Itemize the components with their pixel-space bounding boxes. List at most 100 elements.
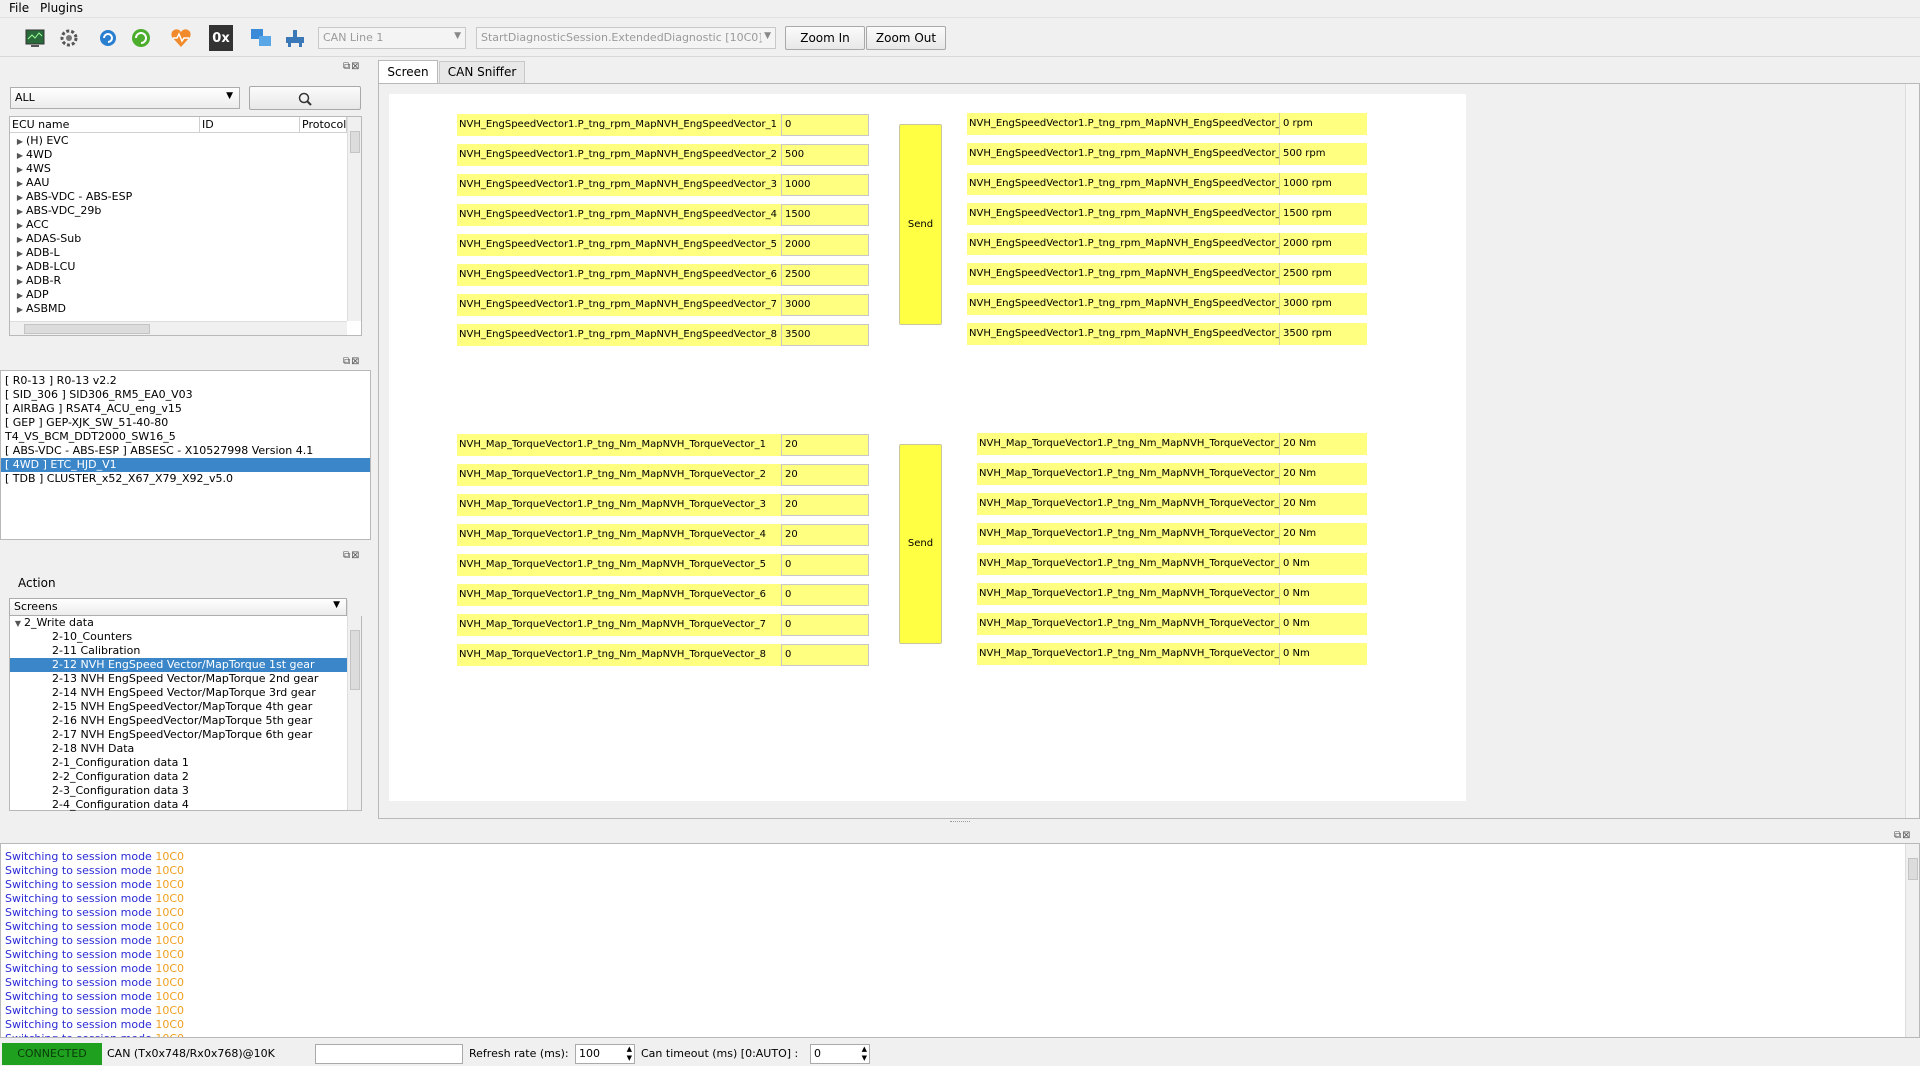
tree-item[interactable]: 2-14 NVH EngSpeed Vector/MapTorque 3rd g… xyxy=(52,686,316,700)
monitor-icon[interactable] xyxy=(22,25,48,51)
tree-group[interactable]: ▼ 2_Write data xyxy=(12,616,94,630)
action-tree-scrollbar[interactable] xyxy=(347,600,361,810)
search-button[interactable] xyxy=(249,86,361,110)
tree-item[interactable]: ▶ AAU xyxy=(14,176,50,191)
value-input[interactable]: 0 xyxy=(781,554,869,576)
list-item[interactable]: [ SID_306 ] SID306_RM5_EA0_V03 xyxy=(5,388,193,402)
tree-item[interactable]: 2-1_Configuration data 1 xyxy=(52,756,189,770)
value-input[interactable]: 20 xyxy=(781,494,869,516)
ecu-filter-select[interactable]: ALL ▼ xyxy=(10,87,240,109)
tree-item[interactable]: ▶ 4WD xyxy=(14,148,52,162)
chevron-right-icon[interactable]: ▶ xyxy=(14,135,26,149)
chevron-right-icon[interactable]: ▶ xyxy=(14,191,26,205)
value-input[interactable]: 1500 xyxy=(781,204,869,226)
value-input[interactable]: 0 xyxy=(781,584,869,606)
list-item[interactable]: [ GEP ] GEP-XJK_SW_51-40-80 xyxy=(5,416,168,430)
tab-screen[interactable]: Screen xyxy=(378,60,438,83)
tab-can-sniffer[interactable]: CAN Sniffer xyxy=(439,61,525,83)
refresh-icon[interactable] xyxy=(95,25,121,51)
ecu-tree-scrollbar[interactable] xyxy=(347,117,361,321)
chevron-right-icon[interactable]: ▶ xyxy=(14,219,26,233)
menu-file[interactable]: File xyxy=(9,1,29,15)
chevron-right-icon[interactable]: ▶ xyxy=(14,247,26,261)
value-input[interactable]: 2000 xyxy=(781,234,869,256)
log-scrollbar[interactable] xyxy=(1905,844,1919,1037)
refresh-rate-spinbox[interactable]: 100 ▲ ▼ xyxy=(575,1044,635,1064)
value-input[interactable]: 0 xyxy=(781,114,869,136)
hex-icon[interactable]: 0x xyxy=(209,25,233,51)
connect-icon[interactable] xyxy=(128,25,154,51)
list-item[interactable]: [ AIRBAG ] RSAT4_ACU_eng_v15 xyxy=(5,402,182,416)
value-input[interactable]: 500 xyxy=(781,144,869,166)
heartbeat-icon[interactable] xyxy=(168,25,194,51)
tree-item[interactable]: ▶ ASBMD xyxy=(14,302,66,316)
chevron-right-icon[interactable]: ▶ xyxy=(14,233,26,247)
value-input[interactable]: 20 xyxy=(781,524,869,546)
tree-item[interactable]: 2-4_Configuration data 4 xyxy=(52,798,189,812)
spin-arrows-icon[interactable]: ▲ ▼ xyxy=(627,1045,632,1063)
value-input[interactable]: 0 xyxy=(781,644,869,666)
value-input[interactable]: 3000 xyxy=(781,294,869,316)
splitter-handle[interactable] xyxy=(950,821,970,823)
send-torque-button[interactable]: Send xyxy=(899,444,942,644)
list-item[interactable]: [ TDB ] CLUSTER_x52_X67_X79_X92_v5.0 xyxy=(5,472,233,486)
chevron-right-icon[interactable]: ▶ xyxy=(14,289,26,303)
col-id[interactable]: ID xyxy=(200,117,300,133)
value-input[interactable]: 2500 xyxy=(781,264,869,286)
tree-item[interactable]: ▶ ABS-VDC - ABS-ESP xyxy=(14,190,132,204)
tree-item[interactable]: 2-12 NVH EngSpeed Vector/MapTorque 1st g… xyxy=(10,658,347,672)
tree-item[interactable]: 2-18 NVH Data xyxy=(52,742,134,756)
col-ecu-name[interactable]: ECU name xyxy=(10,117,200,133)
tree-item[interactable]: ▶ ACC xyxy=(14,218,49,232)
send-speed-button[interactable]: Send xyxy=(899,124,942,325)
tree-item[interactable]: ▶ ADB-LCU xyxy=(14,260,75,274)
list-item[interactable]: [ ABS-VDC - ABS-ESP ] ABSESC - X10527998… xyxy=(5,444,313,458)
spin-arrows-icon[interactable]: ▲ ▼ xyxy=(862,1045,867,1063)
zoom-in-button[interactable]: Zoom In xyxy=(785,26,865,50)
chevron-right-icon[interactable]: ▶ xyxy=(14,205,26,219)
translate-icon[interactable] xyxy=(248,25,274,51)
tree-item[interactable]: 2-15 NVH EngSpeedVector/MapTorque 4th ge… xyxy=(52,700,312,714)
chevron-right-icon[interactable]: ▶ xyxy=(14,177,26,191)
tree-item[interactable]: ▶ ADB-L xyxy=(14,246,60,260)
status-input[interactable] xyxy=(315,1044,463,1064)
list-item[interactable]: [ 4WD ] ETC_HJD_V1 xyxy=(1,458,370,472)
can-line-select[interactable]: CAN Line 1 ▼ xyxy=(318,27,466,49)
tree-item[interactable]: ▶ 4WS xyxy=(14,162,51,176)
dock-float-close-icon[interactable]: ⧉⊠ xyxy=(1894,830,1912,841)
list-item[interactable]: [ R0-13 ] R0-13 v2.2 xyxy=(5,374,117,388)
tree-item[interactable]: 2-17 NVH EngSpeedVector/MapTorque 6th ge… xyxy=(52,728,312,742)
action-combo[interactable]: Screens ▼ xyxy=(9,598,347,616)
tree-item[interactable]: ▶ ABS-VDC_29b xyxy=(14,204,101,218)
col-protocol[interactable]: Protocol xyxy=(300,117,347,133)
value-input[interactable]: 3500 xyxy=(781,324,869,346)
tree-item[interactable]: ▶ (H) EVC xyxy=(14,134,69,148)
tree-item[interactable]: 2-10_Counters xyxy=(52,630,132,644)
value-input[interactable]: 0 xyxy=(781,614,869,636)
list-item[interactable]: T4_VS_BCM_DDT2000_SW16_5 xyxy=(5,430,176,444)
zoom-out-button[interactable]: Zoom Out xyxy=(866,26,946,50)
chevron-right-icon[interactable]: ▶ xyxy=(14,163,26,177)
tree-item[interactable]: ▶ ADAS-Sub xyxy=(14,232,81,246)
tree-item[interactable]: 2-2_Configuration data 2 xyxy=(52,770,189,784)
dock-float-close-icon[interactable]: ⧉⊠ xyxy=(343,550,361,561)
session-select[interactable]: StartDiagnosticSession.ExtendedDiagnosti… xyxy=(476,27,776,49)
value-input[interactable]: 20 xyxy=(781,434,869,456)
value-input[interactable]: 20 xyxy=(781,464,869,486)
tree-item[interactable]: 2-16 NVH EngSpeedVector/MapTorque 5th ge… xyxy=(52,714,312,728)
chevron-right-icon[interactable]: ▶ xyxy=(14,275,26,289)
value-input[interactable]: 1000 xyxy=(781,174,869,196)
tree-item[interactable]: ▶ ADB-R xyxy=(14,274,61,288)
can-timeout-spinbox[interactable]: 0 ▲ ▼ xyxy=(810,1044,870,1064)
tree-item[interactable]: 2-13 NVH EngSpeed Vector/MapTorque 2nd g… xyxy=(52,672,318,686)
chevron-right-icon[interactable]: ▶ xyxy=(14,149,26,163)
dock-float-close-icon[interactable]: ⧉⊠ xyxy=(343,61,361,72)
screen-scrollbar[interactable] xyxy=(1905,84,1919,818)
menu-plugins[interactable]: Plugins xyxy=(40,1,83,15)
ecu-tree-hscrollbar[interactable] xyxy=(10,321,347,335)
tree-item[interactable]: ▶ ADP xyxy=(14,288,49,302)
dock-float-close-icon[interactable]: ⧉⊠ xyxy=(343,356,361,367)
settings-icon[interactable] xyxy=(56,25,82,51)
tree-item[interactable]: 2-3_Configuration data 3 xyxy=(52,784,189,798)
tree-item[interactable]: 2-11 Calibration xyxy=(52,644,140,658)
